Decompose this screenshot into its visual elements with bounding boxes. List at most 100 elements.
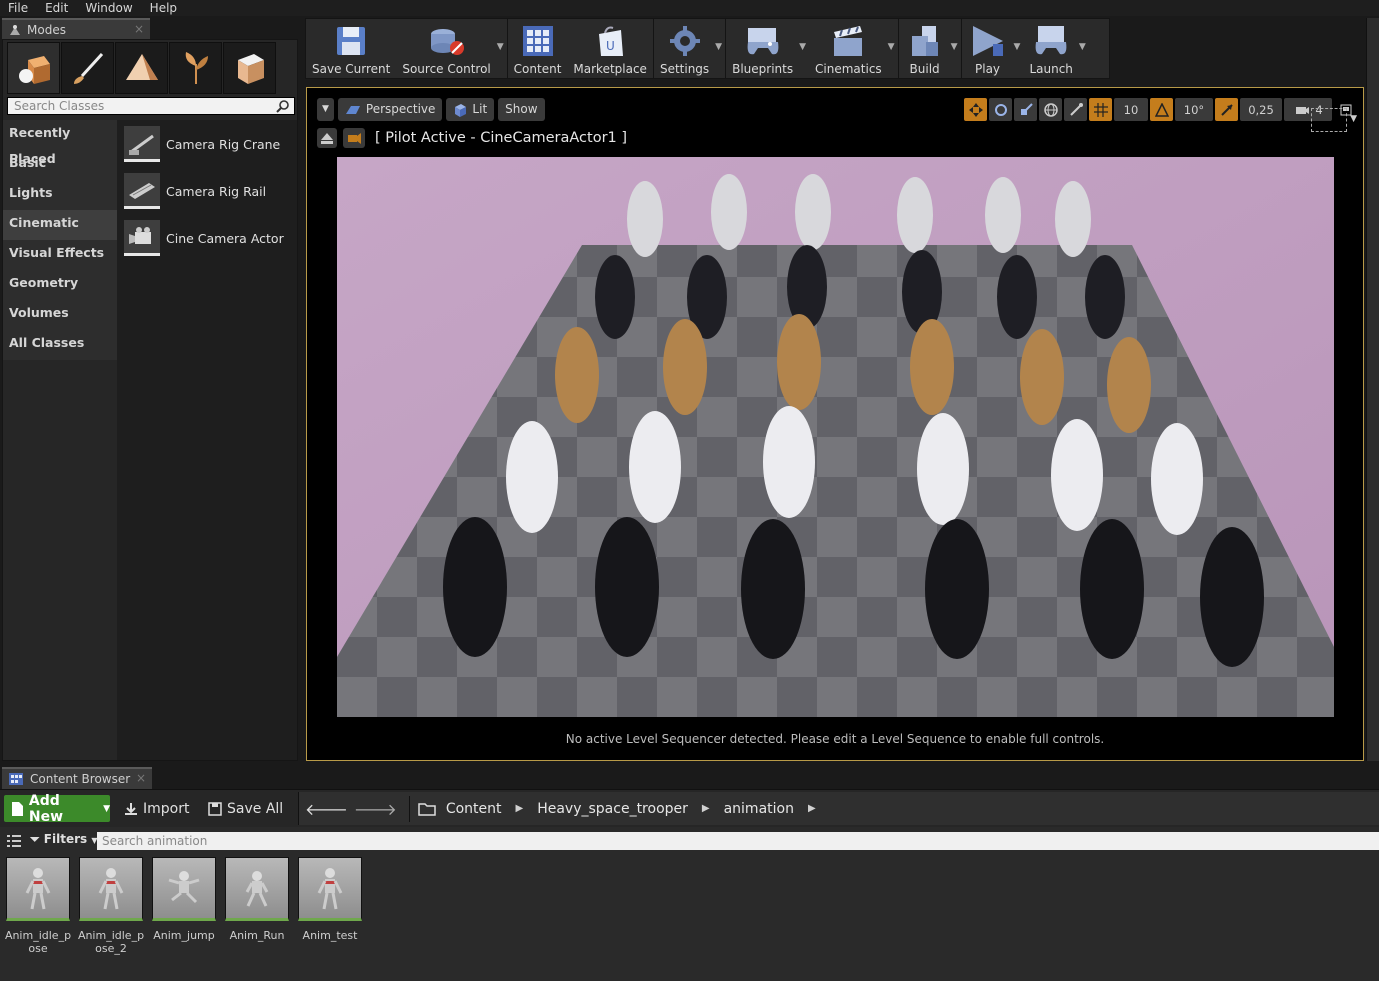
- grid-snap-icon[interactable]: [1089, 98, 1112, 121]
- content-browser-tab[interactable]: Content Browser ×: [2, 767, 152, 789]
- breadcrumb-animation[interactable]: animation: [724, 801, 794, 817]
- breadcrumb-arrow-icon[interactable]: ▶: [516, 803, 524, 814]
- viewport-layout-icon[interactable]: [1311, 108, 1347, 132]
- world-space-icon[interactable]: [1039, 98, 1062, 121]
- eject-pilot-icon[interactable]: [317, 128, 337, 148]
- marketplace-button[interactable]: U Marketplace: [567, 19, 653, 78]
- rotation-snap-value[interactable]: 10°: [1175, 98, 1213, 121]
- forward-arrow-icon[interactable]: 🡒: [354, 799, 397, 819]
- launch-dropdown-icon[interactable]: ▼: [1079, 42, 1089, 52]
- category-lights[interactable]: Lights: [3, 180, 117, 210]
- asset-tile[interactable]: Anim_idle_pose: [4, 857, 72, 955]
- menu-help[interactable]: Help: [142, 0, 186, 16]
- cinematics-button[interactable]: Cinematics: [809, 19, 888, 78]
- search-classes-input[interactable]: Search Classes: [7, 97, 295, 115]
- play-button[interactable]: Play: [962, 19, 1014, 78]
- content-browser-toolbar: Add New ▼ Import Save All 🡐 🡒 Content ▶ …: [0, 790, 1379, 827]
- pilot-active-label: [ Pilot Active - CineCameraActor1 ]: [375, 130, 628, 146]
- show-button[interactable]: Show: [498, 98, 545, 121]
- settings-button[interactable]: Settings: [654, 19, 715, 78]
- close-icon[interactable]: ×: [136, 771, 146, 785]
- viewport-scene[interactable]: [337, 157, 1334, 717]
- surface-snap-icon[interactable]: [1064, 98, 1087, 121]
- landscape-mode-button[interactable]: [115, 42, 168, 94]
- close-icon[interactable]: ×: [134, 22, 144, 36]
- asset-tile[interactable]: Anim_Run: [225, 857, 289, 955]
- category-volumes[interactable]: Volumes: [3, 300, 117, 330]
- breadcrumb-arrow-icon[interactable]: ▶: [808, 803, 816, 814]
- folder-icon: [418, 802, 436, 816]
- path-bar: 🡐 🡒 Content ▶ Heavy_space_trooper ▶ anim…: [298, 792, 1379, 825]
- level-viewport[interactable]: ▼ Perspective Lit Show 10 10° 0,25 4 ▼ […: [306, 87, 1364, 761]
- rotation-snap-icon[interactable]: [1150, 98, 1173, 121]
- menu-file[interactable]: File: [0, 0, 37, 16]
- viewport-options-button[interactable]: ▼: [317, 98, 334, 121]
- asset-label: Anim_idle_pose: [4, 929, 72, 955]
- filters-button[interactable]: ⏷ Filters ▼: [30, 832, 98, 847]
- blueprints-button[interactable]: Blueprints: [726, 19, 799, 78]
- blueprints-dropdown-icon[interactable]: ▼: [799, 42, 809, 52]
- perspective-button[interactable]: Perspective: [337, 98, 443, 121]
- foliage-mode-button[interactable]: [169, 42, 222, 94]
- asset-tile[interactable]: Anim_test: [298, 857, 362, 955]
- source-control-dropdown-icon[interactable]: ▼: [497, 42, 507, 52]
- breadcrumb-content[interactable]: Content: [446, 801, 502, 817]
- place-mode-button[interactable]: [7, 42, 60, 94]
- place-item-cine-camera-actor[interactable]: Cine Camera Actor: [124, 218, 284, 258]
- build-button[interactable]: Build: [899, 19, 951, 78]
- place-item-camera-rig-crane[interactable]: Camera Rig Crane: [124, 124, 280, 164]
- launch-button[interactable]: Launch: [1023, 19, 1078, 78]
- breadcrumb-arrow-icon[interactable]: ▶: [702, 803, 710, 814]
- sources-panel-icon[interactable]: [6, 834, 22, 848]
- rotate-tool-icon[interactable]: [989, 98, 1012, 121]
- search-animation-input[interactable]: Search animation: [97, 832, 1379, 850]
- place-item-camera-rig-rail[interactable]: Camera Rig Rail: [124, 171, 266, 211]
- category-geometry[interactable]: Geometry: [3, 270, 117, 300]
- play-dropdown-icon[interactable]: ▼: [1014, 42, 1024, 52]
- details-panel-strip[interactable]: [1366, 18, 1379, 761]
- content-label: Content: [513, 62, 562, 76]
- save-all-button[interactable]: Save All: [208, 795, 283, 822]
- camera-lock-icon[interactable]: [343, 128, 365, 148]
- settings-dropdown-icon[interactable]: ▼: [715, 42, 725, 52]
- add-new-label: Add New: [28, 792, 64, 825]
- geometry-mode-button[interactable]: [223, 42, 276, 94]
- grid-snap-value[interactable]: 10: [1114, 98, 1148, 121]
- lit-label: Lit: [472, 102, 488, 116]
- blueprints-gamepad-icon: [747, 28, 778, 55]
- asset-tile[interactable]: Anim_idle_pose_2: [78, 857, 144, 955]
- content-button[interactable]: Content: [508, 19, 568, 78]
- chevron-down-icon[interactable]: ▼: [1350, 114, 1357, 124]
- scale-tool-icon[interactable]: [1014, 98, 1037, 121]
- scale-snap-icon[interactable]: [1215, 98, 1238, 121]
- scale-snap-value[interactable]: 0,25: [1240, 98, 1282, 121]
- category-basic[interactable]: Basic: [3, 150, 117, 180]
- place-item-label: Cine Camera Actor: [166, 230, 284, 246]
- mode-buttons: [7, 42, 276, 94]
- lit-button[interactable]: Lit: [446, 98, 495, 121]
- cinematics-dropdown-icon[interactable]: ▼: [888, 42, 898, 52]
- save-current-button[interactable]: Save Current: [306, 19, 396, 78]
- transform-tools: 10 10° 0,25 4: [964, 98, 1357, 121]
- menu-edit[interactable]: Edit: [37, 0, 77, 16]
- paint-mode-button[interactable]: [61, 42, 114, 94]
- modes-tab[interactable]: Modes ×: [2, 18, 150, 39]
- back-arrow-icon[interactable]: 🡐: [305, 799, 348, 819]
- menu-window[interactable]: Window: [77, 0, 141, 16]
- translate-tool-icon[interactable]: [964, 98, 987, 121]
- category-visual-effects[interactable]: Visual Effects: [3, 240, 117, 270]
- sequencer-message: No active Level Sequencer detected. Plea…: [565, 732, 1105, 746]
- category-all-classes[interactable]: All Classes: [3, 330, 117, 360]
- filters-label: Filters: [43, 832, 88, 846]
- breadcrumb-heavy-space-trooper[interactable]: Heavy_space_trooper: [537, 801, 688, 817]
- asset-label: Anim_Run: [229, 929, 285, 942]
- place-item-label: Camera Rig Crane: [166, 136, 281, 152]
- add-new-button[interactable]: Add New ▼: [4, 792, 110, 825]
- asset-tile[interactable]: Anim_jump: [152, 857, 216, 955]
- category-recently-placed[interactable]: Recently Placed: [3, 120, 117, 166]
- search-icon[interactable]: [276, 99, 290, 113]
- source-control-button[interactable]: Source Control: [396, 19, 496, 78]
- category-cinematic[interactable]: Cinematic: [3, 210, 117, 240]
- import-button[interactable]: Import: [124, 795, 189, 822]
- build-dropdown-icon[interactable]: ▼: [951, 42, 961, 52]
